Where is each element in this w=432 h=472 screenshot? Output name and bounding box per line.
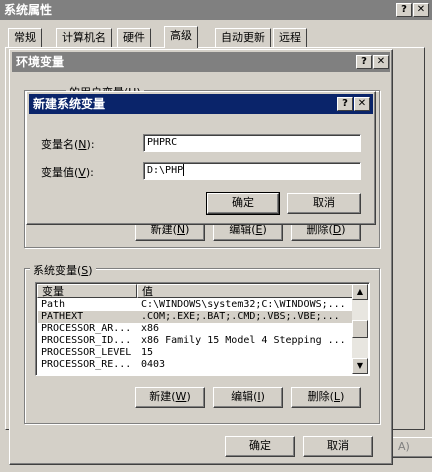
scroll-thumb[interactable]	[352, 320, 368, 338]
tab-general[interactable]: 常规	[8, 28, 42, 47]
env-ok-button[interactable]: 确定	[225, 436, 295, 457]
scroll-up-arrow-icon[interactable]: ▲	[352, 284, 368, 300]
tab-auto-update[interactable]: 自动更新	[215, 28, 271, 47]
new-var-title: 新建系统变量	[33, 97, 106, 111]
var-name-input[interactable]: PHPRC	[143, 134, 361, 152]
new-var-help-button[interactable]: ?	[337, 97, 353, 111]
table-row[interactable]: PROCESSOR_AR... x86	[38, 323, 352, 335]
new-var-titlebar[interactable]: 新建系统变量	[29, 94, 373, 114]
system-properties-titlebar[interactable]: 系统属性	[0, 0, 432, 20]
table-row[interactable]: PROCESSOR_RE... 0403	[38, 359, 352, 371]
table-row[interactable]: PATHEXT .COM;.EXE;.BAT;.CMD;.VBS;.VBE;..…	[38, 311, 352, 323]
column-header-value[interactable]: 值	[137, 284, 353, 298]
tab-remote[interactable]: 远程	[273, 28, 307, 47]
table-row[interactable]: PROCESSOR_LEVEL 15	[38, 347, 352, 359]
column-header-variable[interactable]: 变量	[37, 284, 137, 298]
tab-hardware[interactable]: 硬件	[117, 28, 151, 47]
var-name-label: 变量名(N):	[41, 138, 95, 151]
new-var-cancel-button[interactable]: 取消	[287, 193, 361, 214]
env-vars-title: 环境变量	[16, 55, 65, 69]
table-row[interactable]: Path C:\WINDOWS\system32;C:\WINDOWS;...	[38, 299, 352, 311]
sys-vars-label: 系统变量(S)	[30, 262, 96, 278]
scroll-down-arrow-icon[interactable]: ▼	[352, 358, 368, 374]
system-properties-title: 系统属性	[4, 3, 53, 17]
tab-advanced[interactable]: 高级	[164, 26, 198, 48]
new-var-ok-button[interactable]: 确定	[206, 192, 280, 215]
env-close-icon[interactable]: ✕	[373, 55, 389, 69]
help-button[interactable]: ?	[396, 3, 412, 17]
new-var-close-icon[interactable]: ✕	[354, 97, 370, 111]
sys-delete-button[interactable]: 删除(L)	[291, 387, 361, 408]
vertical-scrollbar[interactable]: ▲ ▼	[352, 284, 368, 374]
text-caret	[183, 164, 185, 176]
var-value-label: 变量值(V):	[41, 166, 94, 179]
close-icon[interactable]: ✕	[413, 3, 429, 17]
sys-vars-list[interactable]: 变量 值 Path C:\WINDOWS\system32;C:\WINDOWS…	[35, 282, 370, 376]
env-vars-titlebar[interactable]: 环境变量	[12, 52, 390, 72]
sys-new-button[interactable]: 新建(W)	[135, 387, 205, 408]
var-value-input[interactable]: D:\PHP	[143, 162, 361, 180]
env-help-button[interactable]: ?	[356, 55, 372, 69]
table-row[interactable]: PROCESSOR_ID... x86 Family 15 Model 4 St…	[38, 335, 352, 347]
sys-edit-button[interactable]: 编辑(I)	[213, 387, 283, 408]
env-cancel-button[interactable]: 取消	[303, 436, 373, 457]
new-var-dialog: 新建系统变量 ? ✕ 变量名(N): PHPRC 变量值(V): D:\PHP …	[26, 91, 376, 225]
tab-computer-name[interactable]: 计算机名	[56, 28, 112, 47]
